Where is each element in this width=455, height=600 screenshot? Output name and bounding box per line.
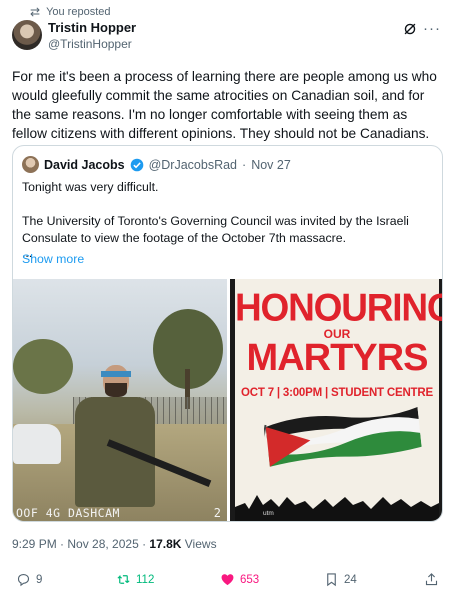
avatar[interactable] xyxy=(12,20,42,50)
verified-badge-icon xyxy=(130,158,143,171)
repost-count: 112 xyxy=(136,573,155,586)
author-block[interactable]: Tristin Hopper @TristinHopper xyxy=(48,20,136,51)
quote-text: Tonight was very difficult. The Universi… xyxy=(22,179,434,259)
grok-icon[interactable] xyxy=(403,22,417,36)
poster-title-1: HONOURING xyxy=(235,285,443,329)
repost-label: You reposted xyxy=(46,6,111,18)
repost-icon: ⇄ xyxy=(30,5,41,19)
quote-separator: · xyxy=(242,157,247,172)
more-options-icon[interactable]: ··· xyxy=(423,20,441,37)
reply-button[interactable]: 9 xyxy=(16,572,42,587)
bookmark-icon xyxy=(327,573,336,587)
dashcam-caption: OOF 4G DASHCAM xyxy=(16,506,120,520)
bookmark-count: 24 xyxy=(344,573,357,586)
media-grid: OOF 4G DASHCAM 2 HONOURING OUR MARTYRS O… xyxy=(13,279,443,521)
like-count: 653 xyxy=(240,573,260,586)
quote-author-handle: @DrJacobsRad xyxy=(148,157,238,172)
quote-avatar xyxy=(22,156,39,173)
heart-icon xyxy=(221,574,234,586)
repost-button[interactable]: 112 xyxy=(116,572,154,587)
quote-date: Nov 27 xyxy=(251,157,291,172)
quoted-post[interactable]: David Jacobs @DrJacobsRad · Nov 27 Tonig… xyxy=(12,145,443,522)
poster-footer: utm xyxy=(263,510,274,517)
poster-title-2: MARTYRS xyxy=(246,337,429,379)
dashcam-number: 2 xyxy=(213,506,221,520)
quote-author-name: David Jacobs xyxy=(44,157,125,172)
reply-count: 9 xyxy=(36,573,43,586)
post-time: 9:29 PM · Nov 28, 2025 · xyxy=(12,537,150,551)
repost-indicator: ⇄ You reposted xyxy=(30,5,111,19)
share-button[interactable] xyxy=(424,572,439,587)
dashcam-image[interactable]: OOF 4G DASHCAM 2 xyxy=(13,279,227,521)
flag-graphic xyxy=(257,401,423,471)
reply-icon xyxy=(17,573,30,587)
tweet-text: For me it's been a process of learning t… xyxy=(12,69,437,141)
action-bar: 9 112 653 24 xyxy=(0,572,455,592)
show-more-link[interactable]: Show more xyxy=(22,252,84,266)
quote-line-1: Tonight was very difficult. xyxy=(22,180,159,194)
author-name[interactable]: Tristin Hopper xyxy=(48,20,136,35)
quote-header: David Jacobs @DrJacobsRad · Nov 27 xyxy=(22,156,291,173)
quote-line-2: The University of Toronto's Governing Co… xyxy=(22,214,409,245)
author-handle[interactable]: @TristinHopper xyxy=(48,37,136,51)
share-icon xyxy=(425,573,438,586)
poster-details: OCT 7 | 3:00PM | STUDENT CENTRE xyxy=(241,387,433,399)
view-count: 17.8K xyxy=(149,537,182,551)
like-button[interactable]: 653 xyxy=(220,572,259,587)
bookmark-button[interactable]: 24 xyxy=(324,572,357,587)
post-timestamp: 9:29 PM · Nov 28, 2025 · 17.8K Views xyxy=(12,537,217,551)
views-label: Views xyxy=(181,537,217,551)
repost-icon xyxy=(117,574,130,584)
poster-image[interactable]: HONOURING OUR MARTYRS OCT 7 | 3:00PM | S… xyxy=(230,279,443,521)
